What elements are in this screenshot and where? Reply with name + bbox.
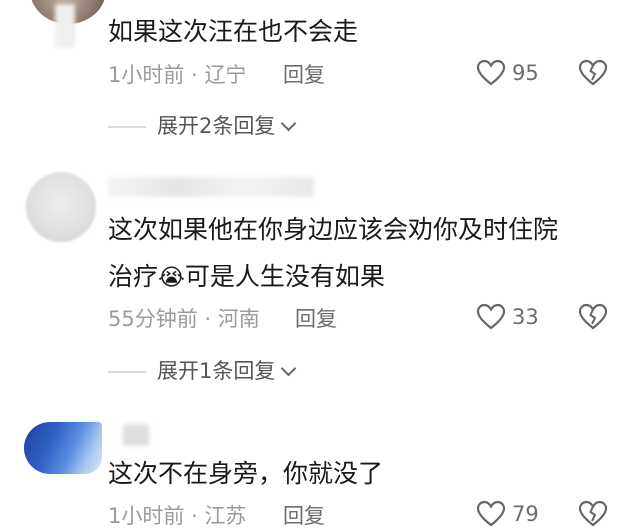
comment-time: 1小时前 <box>108 504 185 528</box>
username-blurred[interactable] <box>123 424 149 446</box>
expand-divider <box>108 371 146 373</box>
like-count: 79 <box>512 502 539 526</box>
crying-emoji: 😭 <box>158 265 185 291</box>
expand-replies-button[interactable]: 展开1条回复 <box>157 358 297 384</box>
comment-location: 江苏 <box>204 504 247 528</box>
heart-icon <box>476 59 506 87</box>
comment-meta: 1小时前 · 江苏 <box>108 503 246 529</box>
comment-text: 这次不在身旁，你就没了 <box>108 459 384 488</box>
like-button[interactable]: 95 <box>476 59 539 87</box>
expand-replies-label: 展开1条回复 <box>157 359 276 383</box>
meta-separator: · <box>191 63 198 87</box>
like-button[interactable]: 79 <box>476 500 539 528</box>
heart-icon <box>476 303 506 331</box>
dislike-icon[interactable] <box>578 303 608 331</box>
comment-meta: 1小时前 · 辽宁 <box>108 62 246 88</box>
meta-separator: · <box>191 504 198 528</box>
reply-button[interactable]: 回复 <box>295 306 337 332</box>
comment-time: 55分钟前 <box>108 307 198 331</box>
dislike-icon[interactable] <box>578 500 608 528</box>
comment-location: 河南 <box>217 307 260 331</box>
expand-replies-button[interactable]: 展开2条回复 <box>157 113 297 139</box>
expand-replies-label: 展开2条回复 <box>157 114 276 138</box>
reply-button[interactable]: 回复 <box>283 62 325 88</box>
username-blurred[interactable] <box>108 177 314 197</box>
avatar[interactable] <box>26 172 96 242</box>
reply-button[interactable]: 回复 <box>283 503 325 529</box>
like-button[interactable]: 33 <box>476 303 539 331</box>
chevron-down-icon <box>281 360 297 376</box>
comment-text: 这次如果他在你身边应该会劝你及时住院 <box>108 215 559 244</box>
dislike-icon[interactable] <box>578 59 608 87</box>
comment-text: 如果这次汪在也不会走 <box>108 17 359 46</box>
comment-location: 辽宁 <box>204 63 247 87</box>
like-count: 95 <box>512 61 539 85</box>
avatar[interactable] <box>24 422 102 474</box>
expand-divider <box>108 126 146 128</box>
comment-meta: 55分钟前 · 河南 <box>108 306 260 332</box>
like-count: 33 <box>512 305 539 329</box>
comment-text-line2: 治疗😭可是人生没有如果 <box>108 262 385 291</box>
chevron-down-icon <box>281 115 297 131</box>
meta-separator: · <box>204 307 212 331</box>
username-blurred[interactable] <box>55 4 75 48</box>
heart-icon <box>476 500 506 528</box>
comment-time: 1小时前 <box>108 63 185 87</box>
